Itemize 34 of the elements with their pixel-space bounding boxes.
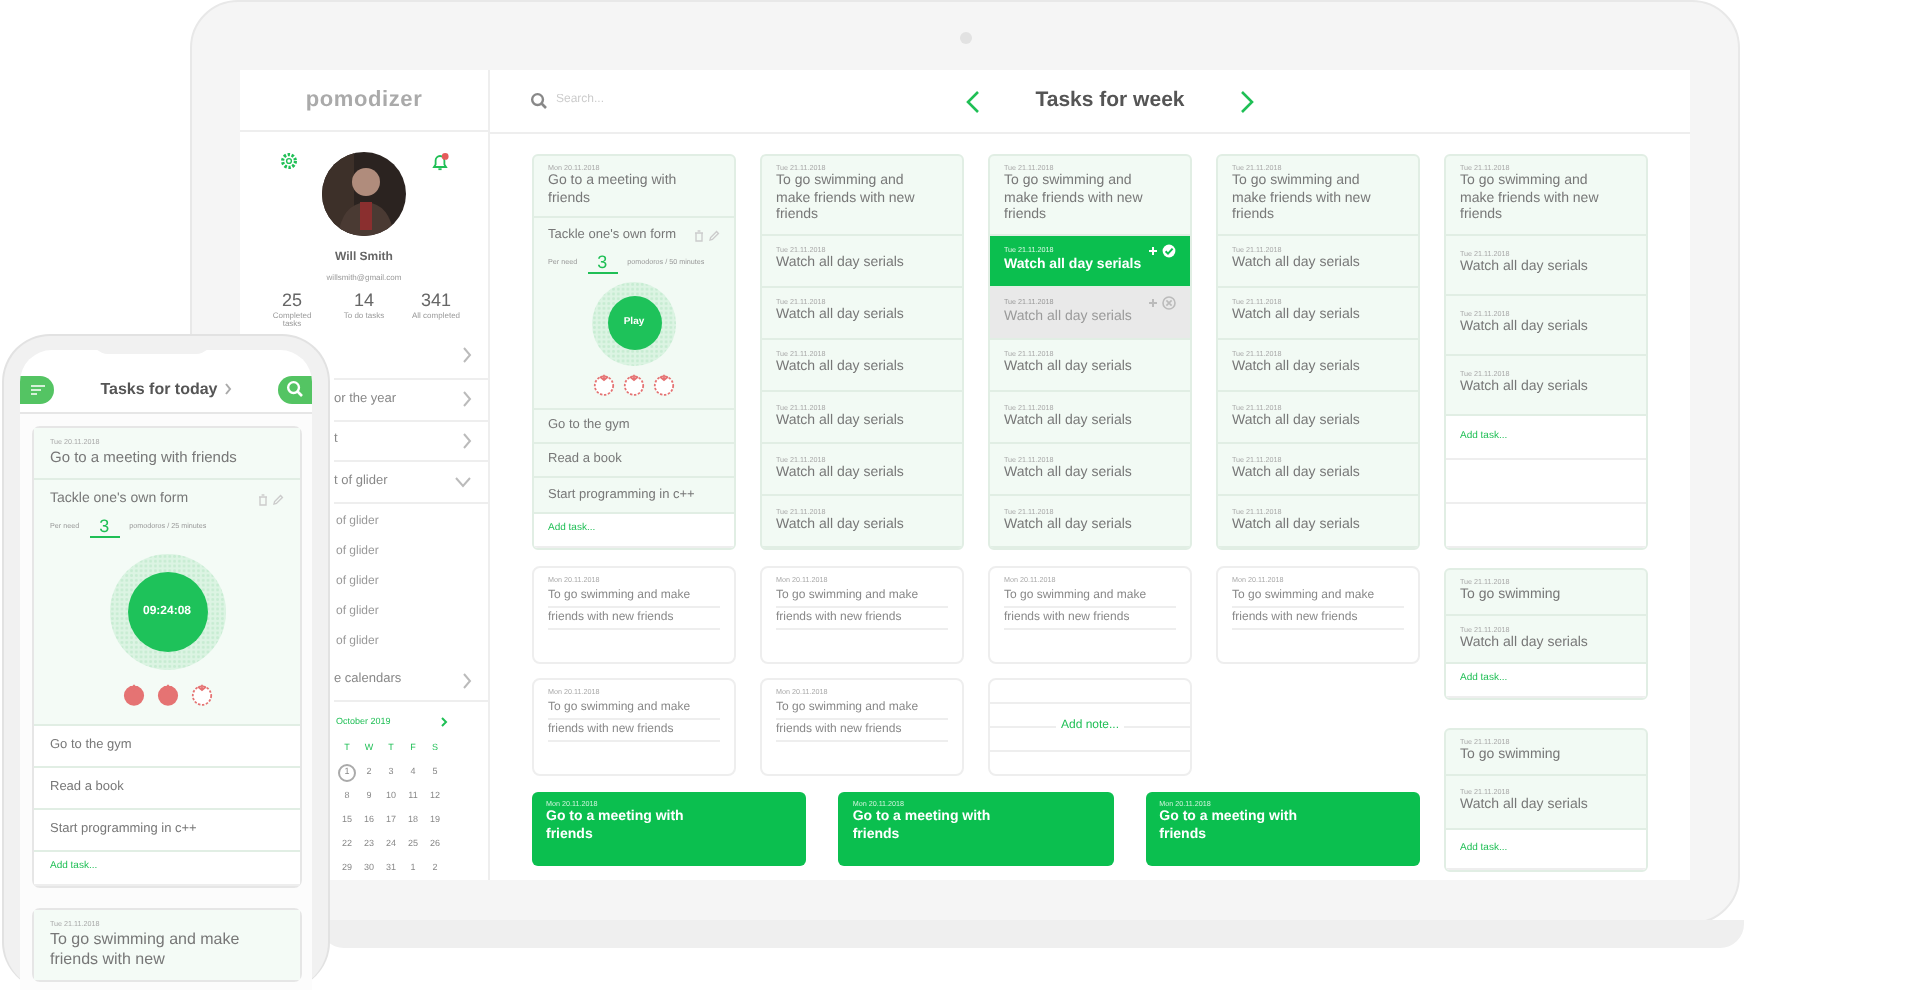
page-title: Tasks for week [1035, 85, 1185, 116]
stat-value: 341 [420, 292, 452, 312]
chevron-right-icon[interactable] [462, 346, 472, 365]
empty-task-slot[interactable] [1446, 459, 1646, 504]
chevron-right-icon[interactable] [462, 431, 472, 450]
pomodoro-count[interactable]: 3 [587, 251, 618, 274]
trash-icon[interactable] [258, 493, 268, 506]
bell-icon[interactable] [429, 152, 449, 173]
pomodoro-count[interactable]: 3 [89, 516, 120, 538]
chevron-right-icon[interactable] [223, 382, 232, 396]
search-button[interactable] [277, 375, 312, 403]
chevron-down-icon[interactable] [454, 475, 472, 488]
task-title: To go swimming and make friends with new [50, 930, 242, 970]
search-icon [285, 380, 304, 398]
close-icon[interactable] [1162, 296, 1176, 311]
plus-icon[interactable] [1148, 298, 1158, 309]
search-icon [530, 92, 548, 110]
menu-button[interactable] [20, 375, 54, 403]
trash-icon[interactable] [694, 229, 704, 242]
chevron-right-icon[interactable] [462, 390, 472, 409]
chevron-right-icon[interactable] [440, 716, 448, 728]
app-logo: pomodizer [305, 85, 423, 116]
chevron-right-icon[interactable] [462, 671, 472, 690]
check-icon[interactable] [1162, 244, 1176, 259]
menu-icon [29, 383, 45, 395]
empty-task-slot[interactable] [1446, 503, 1646, 548]
screen-title: Tasks for today [100, 377, 218, 401]
pencil-icon[interactable] [708, 229, 720, 242]
pencil-icon[interactable] [272, 493, 284, 506]
stat-value: 25 [281, 292, 302, 312]
settings-icon[interactable] [279, 152, 297, 171]
next-button[interactable] [1240, 89, 1255, 113]
prev-button[interactable] [965, 89, 980, 113]
stat-value: 14 [353, 292, 374, 312]
